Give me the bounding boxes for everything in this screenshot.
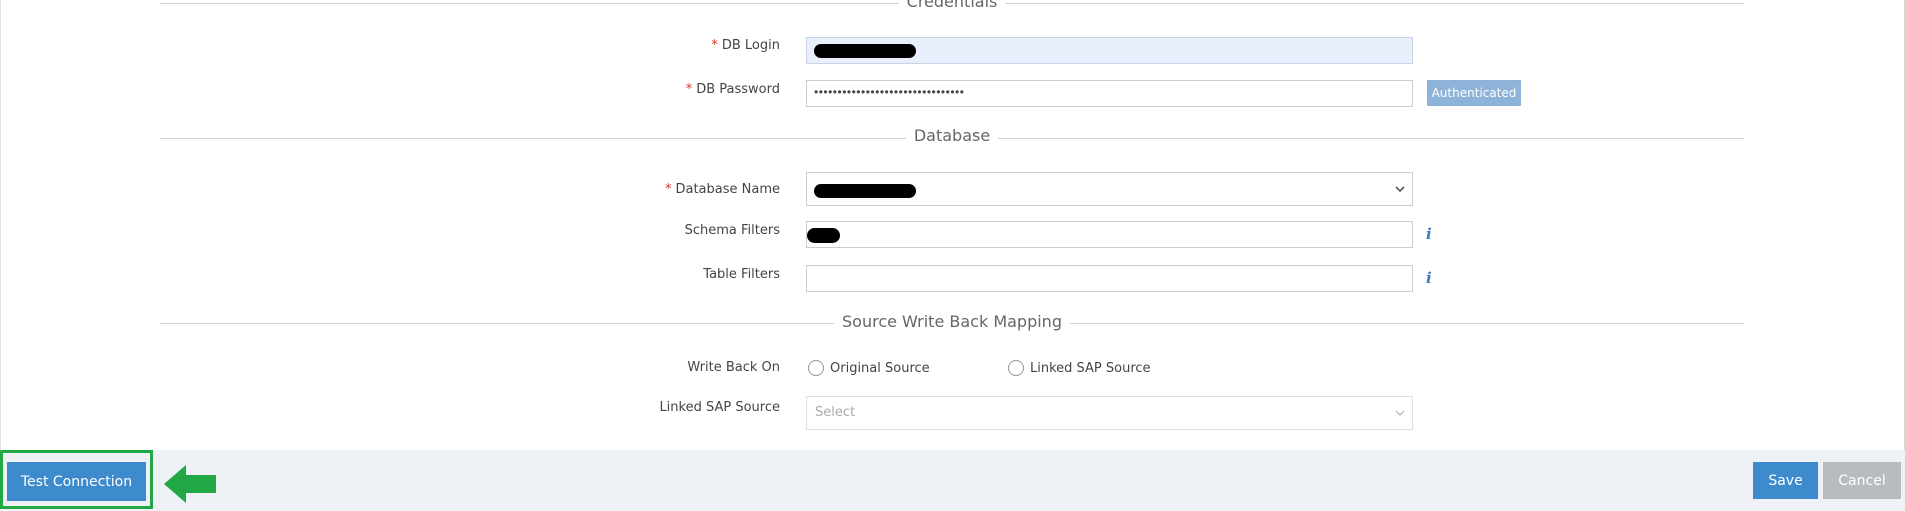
database-name-select[interactable] <box>806 172 1413 206</box>
database-name-label: * Database Name <box>665 182 780 197</box>
cancel-button[interactable]: Cancel <box>1823 462 1901 499</box>
connection-form: Credentials * DB Login * DB Password •••••… <box>0 0 1905 450</box>
db-password-input[interactable]: •••••••••••••••••••••••••••••••• <box>806 80 1413 107</box>
write-back-section-title: Source Write Back Mapping <box>834 312 1070 331</box>
schema-filters-info-icon[interactable]: i <box>1426 226 1436 242</box>
chevron-down-icon <box>1395 410 1405 416</box>
linked-sap-source-select[interactable]: Select <box>806 396 1413 430</box>
required-marker: * <box>685 82 693 97</box>
redacted-value <box>807 228 840 243</box>
authenticated-button[interactable]: Authenticated <box>1427 80 1521 106</box>
db-password-label: * DB Password <box>686 82 780 97</box>
select-placeholder: Select <box>815 405 856 420</box>
db-login-input[interactable] <box>806 37 1413 64</box>
linked-sap-source-radio[interactable] <box>1008 360 1024 376</box>
database-name-label-text: Database Name <box>675 182 780 197</box>
linked-sap-source-radio-label[interactable]: Linked SAP Source <box>1030 361 1151 376</box>
arrow-left-icon <box>164 465 216 503</box>
required-marker: * <box>664 182 672 197</box>
schema-filters-input[interactable] <box>806 221 1413 248</box>
save-button[interactable]: Save <box>1753 462 1818 499</box>
database-section-title: Database <box>905 126 999 145</box>
schema-filters-label: Schema Filters <box>684 223 780 238</box>
write-back-on-label: Write Back On <box>687 360 780 375</box>
required-marker: * <box>711 38 718 53</box>
test-connection-button[interactable]: Test Connection <box>7 462 146 501</box>
table-filters-label: Table Filters <box>703 267 780 282</box>
table-filters-input[interactable] <box>806 265 1413 292</box>
redacted-value <box>814 184 916 198</box>
db-login-label: * DB Login <box>711 38 780 53</box>
table-filters-info-icon[interactable]: i <box>1426 270 1436 286</box>
db-password-label-text: DB Password <box>696 82 780 97</box>
linked-sap-source-label: Linked SAP Source <box>659 400 780 415</box>
db-login-label-text: DB Login <box>721 38 780 53</box>
credentials-section-title: Credentials <box>898 0 1006 11</box>
footer-bar <box>0 450 1905 511</box>
original-source-radio[interactable] <box>808 360 824 376</box>
chevron-down-icon <box>1395 186 1405 193</box>
redacted-value <box>814 44 916 58</box>
original-source-label[interactable]: Original Source <box>830 361 930 376</box>
password-mask: •••••••••••••••••••••••••••••••• <box>814 85 965 99</box>
